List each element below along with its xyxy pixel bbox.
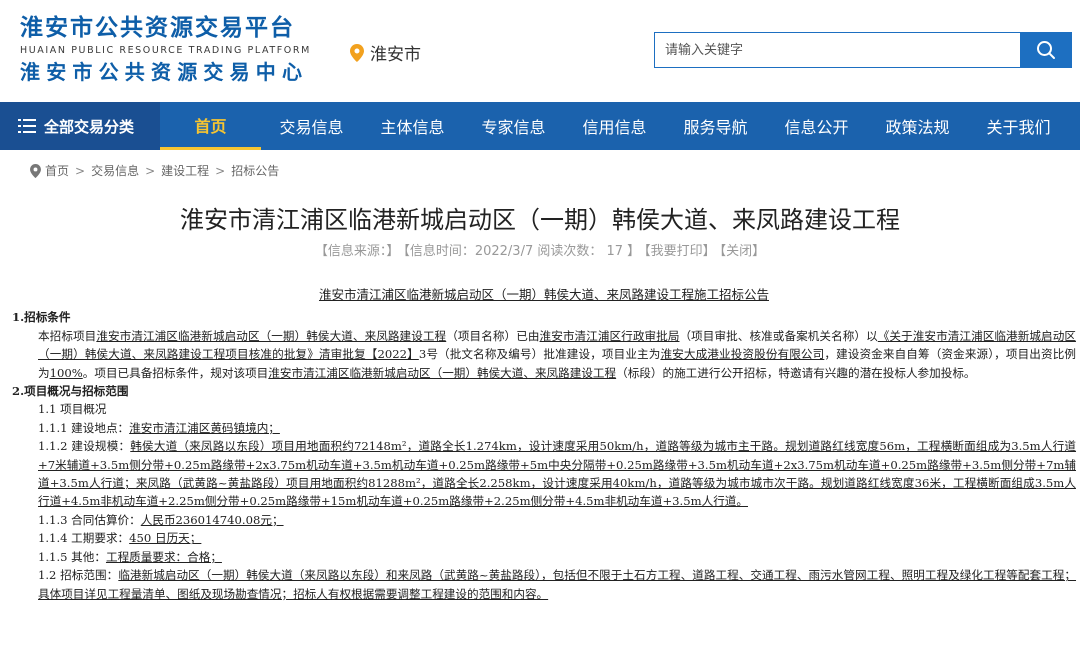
location-pin-icon	[350, 43, 364, 62]
nav-item-trading-info[interactable]: 交易信息	[261, 102, 362, 150]
section-heading: 1.招标条件	[12, 310, 71, 325]
site-header: 淮安市公共资源交易平台 HUAIAN PUBLIC RESOURCE TRADI…	[0, 0, 1080, 102]
text: （项目名称）已由	[446, 328, 540, 343]
search-button[interactable]	[1020, 32, 1072, 68]
menu-list-icon	[18, 119, 36, 133]
text: （标段）的施工进行公开招标，特邀请有兴趣的潜在投标人参加投标。	[616, 365, 976, 380]
breadcrumb-separator: >	[215, 163, 226, 178]
breadcrumb: 首页 > 交易信息 > 建设工程 > 招标公告	[30, 162, 279, 179]
info-source: 【信息来源：】	[314, 244, 400, 259]
search-input[interactable]	[654, 32, 1020, 68]
label: 1.1.1 建设地点：	[38, 420, 130, 435]
nav-item-info-disclosure[interactable]: 信息公开	[766, 102, 867, 150]
nav-item-policies[interactable]: 政策法规	[867, 102, 968, 150]
value: 工程质量要求：合格；	[105, 549, 222, 564]
info-time: 【信息时间：2022/3/7 阅读次数： 17 】	[403, 244, 641, 259]
label: 1.1.3 合同估算价：	[38, 512, 141, 527]
logo-english: HUAIAN PUBLIC RESOURCE TRADING PLATFORM	[20, 45, 311, 56]
nav-item-service-guide[interactable]: 服务导航	[665, 102, 766, 150]
value: 450 日历天；	[129, 531, 202, 546]
value: 人民币236014740.08元；	[140, 512, 284, 527]
article-meta: 【信息来源：】 【信息时间：2022/3/7 阅读次数： 17 】【我要打印】 【关…	[0, 240, 1080, 259]
construction-scale: 1.1.2 建设规模：韩侯大道（来凤路以东段）项目用地面积约72148m²，道路…	[12, 437, 1076, 511]
nav-items: 首页 交易信息 主体信息 专家信息 信用信息 服务导航 信息公开 政策法规 关于…	[160, 102, 1069, 150]
site-logo[interactable]: 淮安市公共资源交易平台 HUAIAN PUBLIC RESOURCE TRADI…	[20, 14, 310, 85]
value: 韩侯大道（来凤路以东段）项目用地面积约72148m²，道路全长1.274km，设…	[38, 439, 1077, 509]
nav-item-home[interactable]: 首页	[160, 102, 261, 150]
approval-authority: 淮安市清江浦区行政审批局	[539, 328, 680, 343]
nav-item-about-us[interactable]: 关于我们	[968, 102, 1069, 150]
subsection-heading: 1.1 项目概况	[38, 402, 107, 417]
location-name: 淮安市	[370, 45, 421, 65]
nav-item-credit-info[interactable]: 信用信息	[564, 102, 665, 150]
other-requirements: 1.1.5 其他：工程质量要求：合格；	[12, 548, 1076, 566]
project-name: 淮安市清江浦区临港新城启动区（一期）韩侯大道、来凤路建设工程	[96, 328, 447, 343]
value: 临港新城启动区（一期）韩侯大道（来凤路以东段）和来凤路（武黄路~黄盐路段），包括…	[38, 568, 1077, 601]
search-bar	[654, 32, 1072, 68]
breadcrumb-tender-notice[interactable]: 招标公告	[231, 162, 279, 179]
doc-title: 淮安市清江浦区临港新城启动区（一期）韩侯大道、来凤路建设工程施工招标公告	[318, 287, 769, 302]
close-link[interactable]: 【关闭】	[720, 244, 766, 259]
logo-title: 淮安市公共资源交易平台	[20, 15, 295, 41]
value: 淮安市清江浦区黄码镇境内；	[129, 420, 280, 435]
logo-subtitle: 淮安市公共资源交易中心	[20, 60, 309, 84]
breadcrumb-home[interactable]: 首页	[45, 162, 69, 179]
article-title: 淮安市清江浦区临港新城启动区（一期）韩侯大道、来凤路建设工程	[180, 206, 900, 234]
breadcrumb-trading-info[interactable]: 交易信息	[91, 162, 139, 179]
text: 3号（批文名称及编号）批准建设，项目业主为	[418, 347, 661, 362]
tender-section: 淮安市清江浦区临港新城启动区（一期）韩侯大道、来凤路建设工程	[268, 365, 617, 380]
text: 本招标项目	[38, 328, 97, 343]
tender-scope: 1.2 招标范围：临港新城启动区（一期）韩侯大道（来凤路以东段）和来凤路（武黄路…	[12, 566, 1076, 603]
search-icon	[1037, 41, 1055, 59]
all-categories-button[interactable]: 全部交易分类	[0, 102, 160, 150]
location-pin-icon	[30, 163, 41, 178]
contract-estimate: 1.1.3 合同估算价：人民币236014740.08元；	[12, 511, 1076, 529]
breadcrumb-separator: >	[75, 163, 86, 178]
construction-period: 1.1.4 工期要求：450 日历天；	[12, 529, 1076, 547]
article-content: 淮安市清江浦区临港新城启动区（一期）韩侯大道、来凤路建设工程施工招标公告 1.招…	[12, 286, 1076, 603]
construction-location: 1.1.1 建设地点：淮安市清江浦区黄码镇境内；	[12, 419, 1076, 437]
funding-ratio: 100%	[49, 365, 83, 380]
location-selector[interactable]: 淮安市	[350, 40, 421, 65]
breadcrumb-separator: >	[145, 163, 156, 178]
breadcrumb-construction[interactable]: 建设工程	[161, 162, 209, 179]
section-1-paragraph: 本招标项目淮安市清江浦区临港新城启动区（一期）韩侯大道、来凤路建设工程（项目名称…	[12, 327, 1076, 382]
label: 1.1.4 工期要求：	[38, 531, 130, 546]
text: 。项目已具备招标条件，规对该项目	[82, 365, 269, 380]
nav-item-expert-info[interactable]: 专家信息	[463, 102, 564, 150]
project-owner: 淮安大成港业投资股份有限公司	[660, 347, 825, 362]
text: （项目审批、核准或备案机关名称）以	[679, 328, 878, 343]
label: 1.2 招标范围：	[38, 568, 119, 583]
label: 1.1.5 其他：	[38, 549, 106, 564]
print-link[interactable]: 【我要打印】	[644, 244, 716, 259]
nav-item-entity-info[interactable]: 主体信息	[362, 102, 463, 150]
section-heading: 2.项目概况与招标范围	[12, 384, 129, 399]
all-categories-label: 全部交易分类	[44, 117, 135, 136]
main-nav: 全部交易分类 首页 交易信息 主体信息 专家信息 信用信息 服务导航 信息公开 …	[0, 102, 1080, 150]
label: 1.1.2 建设规模：	[38, 439, 131, 454]
